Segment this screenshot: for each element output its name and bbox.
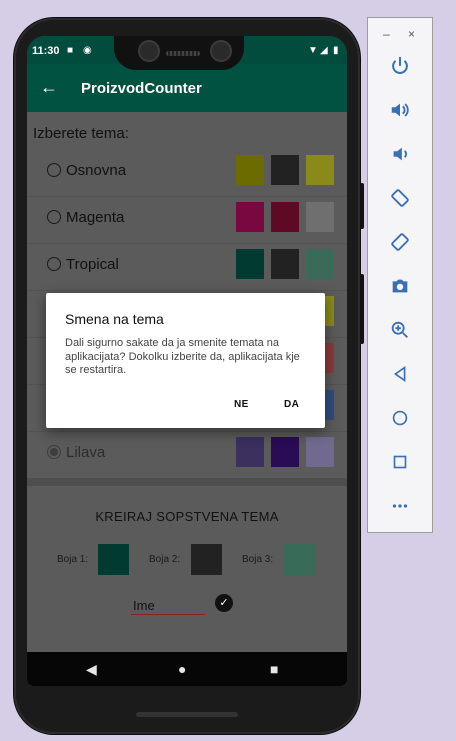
theme-color-swatch bbox=[306, 437, 334, 467]
emulator-toolbar: – × bbox=[367, 17, 433, 533]
theme-name: Osnovna bbox=[66, 162, 127, 179]
battery-icon: ▮ bbox=[333, 45, 339, 56]
theme-color-swatch bbox=[236, 249, 264, 279]
theme-radio[interactable] bbox=[47, 257, 61, 271]
back-triangle-icon[interactable]: ◀ bbox=[86, 661, 97, 678]
lock-icon: ■ bbox=[67, 45, 74, 56]
device-screen: 11:30 ■ ◉ ▼ ◢ ▮ ← ProizvodCounter Izbere… bbox=[27, 36, 347, 686]
front-camera-icon bbox=[138, 40, 160, 62]
theme-name: Lilava bbox=[66, 444, 106, 461]
earpiece-speaker bbox=[166, 51, 200, 56]
back-icon[interactable] bbox=[385, 359, 415, 389]
theme-name-input[interactable] bbox=[131, 596, 205, 615]
theme-row-tropical[interactable]: Tropical bbox=[27, 243, 347, 291]
theme-radio[interactable] bbox=[47, 163, 61, 177]
home-circle-icon[interactable]: ● bbox=[178, 661, 186, 677]
wifi-icon: ▼ bbox=[308, 45, 318, 56]
power-icon[interactable] bbox=[385, 51, 415, 81]
theme-color-swatch bbox=[271, 155, 299, 185]
theme-section-heading: Izberete tema: bbox=[33, 125, 129, 142]
custom-theme-heading: KREIRAJ SOPSTVENA TEMA bbox=[95, 509, 279, 524]
theme-name: Magenta bbox=[66, 209, 125, 226]
camera-icon[interactable] bbox=[385, 271, 415, 301]
theme-color-swatch bbox=[306, 202, 334, 232]
theme-color-swatch bbox=[236, 155, 264, 185]
device-volume-key bbox=[360, 274, 364, 344]
theme-color-swatch bbox=[271, 437, 299, 467]
front-sensor-icon bbox=[210, 40, 232, 62]
color-1-picker[interactable] bbox=[98, 544, 129, 575]
theme-color-swatch bbox=[306, 155, 334, 185]
theme-row-lilava[interactable]: Lilava bbox=[27, 431, 347, 478]
app-title: ProizvodCounter bbox=[81, 80, 202, 97]
check-circle-icon[interactable]: ✓ bbox=[215, 594, 233, 612]
theme-color-swatch bbox=[236, 202, 264, 232]
color-2-picker[interactable] bbox=[191, 544, 222, 575]
dialog-message: Dali sigurno sakate da ja smenite temata… bbox=[65, 337, 300, 376]
close-button[interactable]: × bbox=[408, 27, 415, 41]
dialog-yes-button[interactable]: DA bbox=[284, 399, 299, 410]
rotate-left-icon[interactable] bbox=[385, 183, 415, 213]
device-chin-bar bbox=[136, 712, 238, 717]
minimize-button[interactable]: – bbox=[383, 27, 390, 41]
dialog-title: Smena na tema bbox=[65, 311, 164, 327]
theme-radio-selected[interactable] bbox=[47, 445, 61, 459]
rotate-right-icon[interactable] bbox=[385, 227, 415, 257]
at-icon: ◉ bbox=[83, 45, 92, 56]
dialog-no-button[interactable]: NE bbox=[234, 399, 249, 410]
device-power-key bbox=[360, 183, 364, 229]
volume-down-icon[interactable] bbox=[385, 139, 415, 169]
arrow-left-icon[interactable]: ← bbox=[40, 77, 58, 98]
theme-row-osnovna[interactable]: Osnovna bbox=[27, 149, 347, 197]
recents-square-icon[interactable]: ■ bbox=[270, 661, 278, 677]
color-2-label: Boja 2: bbox=[149, 554, 181, 565]
app-bar: ← ProizvodCounter bbox=[27, 64, 347, 112]
theme-color-swatch bbox=[236, 437, 264, 467]
color-1-label: Boja 1: bbox=[57, 554, 89, 565]
status-time: 11:30 bbox=[32, 45, 60, 57]
theme-color-swatch bbox=[271, 249, 299, 279]
device-notch bbox=[114, 36, 244, 70]
zoom-in-icon[interactable] bbox=[385, 315, 415, 345]
color-3-picker[interactable] bbox=[284, 544, 315, 575]
theme-color-swatch bbox=[306, 249, 334, 279]
volume-up-icon[interactable] bbox=[385, 95, 415, 125]
home-icon[interactable] bbox=[385, 403, 415, 433]
android-nav-bar: ◀ ● ■ bbox=[27, 652, 347, 686]
change-theme-dialog: Smena na tema Dali sigurno sakate da ja … bbox=[46, 293, 325, 428]
theme-row-magenta[interactable]: Magenta bbox=[27, 196, 347, 244]
theme-name: Tropical bbox=[66, 256, 119, 273]
theme-radio[interactable] bbox=[47, 210, 61, 224]
color-3-label: Boja 3: bbox=[242, 554, 274, 565]
signal-icon: ◢ bbox=[320, 45, 328, 56]
theme-color-swatch bbox=[271, 202, 299, 232]
more-icon[interactable] bbox=[385, 491, 415, 521]
overview-icon[interactable] bbox=[385, 447, 415, 477]
section-divider bbox=[27, 478, 347, 486]
